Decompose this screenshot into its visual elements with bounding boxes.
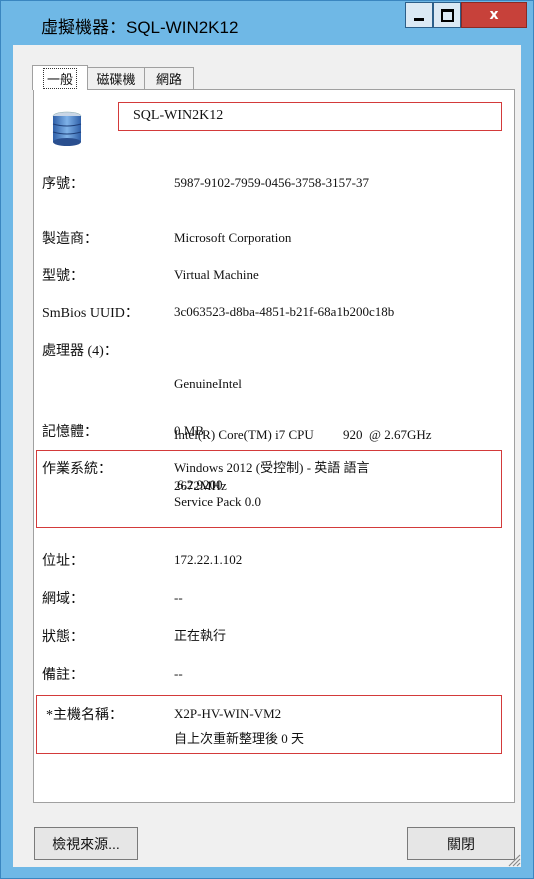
vm-name-field[interactable]: SQL-WIN2K12	[118, 102, 502, 131]
window-title: 虛擬機器：SQL-WIN2K12	[41, 18, 239, 37]
status-value: 正在執行	[174, 628, 227, 643]
processor-line-1: GenuineIntel	[174, 376, 242, 391]
domain-value: --	[174, 590, 183, 605]
processor-label: 處理器 (4)：	[42, 344, 118, 359]
address-label: 位址：	[42, 554, 84, 569]
memory-label: 記憶體：	[42, 425, 98, 440]
server-icon	[52, 111, 82, 146]
os-line-1: Windows 2012 (受控制) - 英語 語言	[174, 460, 370, 475]
smbios-uuid-label: SmBios UUID：	[42, 306, 139, 321]
tab-disks[interactable]: 磁碟機	[87, 67, 145, 89]
close-window-button[interactable]: x	[461, 2, 527, 28]
memory-value: 0 MB	[174, 423, 204, 438]
serial-value: 5987-9102-7959-0456-3758-3157-37	[174, 175, 369, 190]
model-value: Virtual Machine	[174, 267, 259, 282]
serial-label: 序號：	[42, 177, 84, 192]
smbios-uuid-value: 3c063523-d8ba-4851-b21f-68a1b200c18b	[174, 304, 395, 319]
tab-general[interactable]: 一般	[32, 65, 88, 90]
os-line-3: Service Pack 0.0	[174, 494, 262, 509]
address-value: 172.22.1.102	[174, 552, 243, 567]
minimize-button[interactable]	[405, 2, 433, 28]
os-value: Windows 2012 (受控制) - 英語 語言 6.2.9200 Serv…	[174, 459, 370, 510]
notes-value: --	[174, 666, 183, 681]
general-tab-panel: SQL-WIN2K12 序號： 5987-9102-7959-0456-3758…	[33, 89, 515, 803]
tab-disks-label: 磁碟機	[96, 72, 136, 87]
os-label: 作業系統：	[42, 462, 112, 477]
uptime-text: 自上次重新整理後 0 天	[174, 731, 305, 746]
resize-grip-icon[interactable]	[507, 853, 521, 867]
hostname-label: *主機名稱：	[46, 708, 123, 723]
maximize-button[interactable]	[433, 2, 461, 28]
model-label: 型號：	[42, 269, 84, 284]
dialog-body: 一般 磁碟機 網路 SQL-WIN2K12 序號： 5987-9102-7959…	[13, 45, 521, 867]
title-bar[interactable]: 虛擬機器：SQL-WIN2K12 x	[1, 1, 533, 45]
properties-window: 虛擬機器：SQL-WIN2K12 x 一般 磁碟機 網路 SQL-WIN2K12…	[0, 0, 534, 879]
notes-label: 備註：	[42, 668, 84, 683]
manufacturer-value: Microsoft Corporation	[174, 230, 292, 245]
tab-network[interactable]: 網路	[144, 67, 194, 89]
os-line-2: 6.2.9200	[177, 477, 223, 492]
maximize-icon	[440, 8, 454, 22]
view-source-button[interactable]: 檢視來源...	[34, 827, 138, 860]
close-icon: x	[489, 7, 499, 23]
processor-line-2: Intel(R) Core(TM) i7 CPU 920 @ 2.67GHz	[174, 427, 432, 442]
status-label: 狀態：	[42, 630, 84, 645]
minimize-icon	[414, 17, 424, 21]
tab-general-label: 一般	[42, 67, 77, 89]
hostname-value: X2P-HV-WIN-VM2	[174, 706, 282, 721]
domain-label: 網域：	[42, 592, 84, 607]
close-button[interactable]: 關閉	[407, 827, 515, 860]
tab-network-label: 網路	[155, 72, 182, 87]
manufacturer-label: 製造商：	[42, 232, 98, 247]
